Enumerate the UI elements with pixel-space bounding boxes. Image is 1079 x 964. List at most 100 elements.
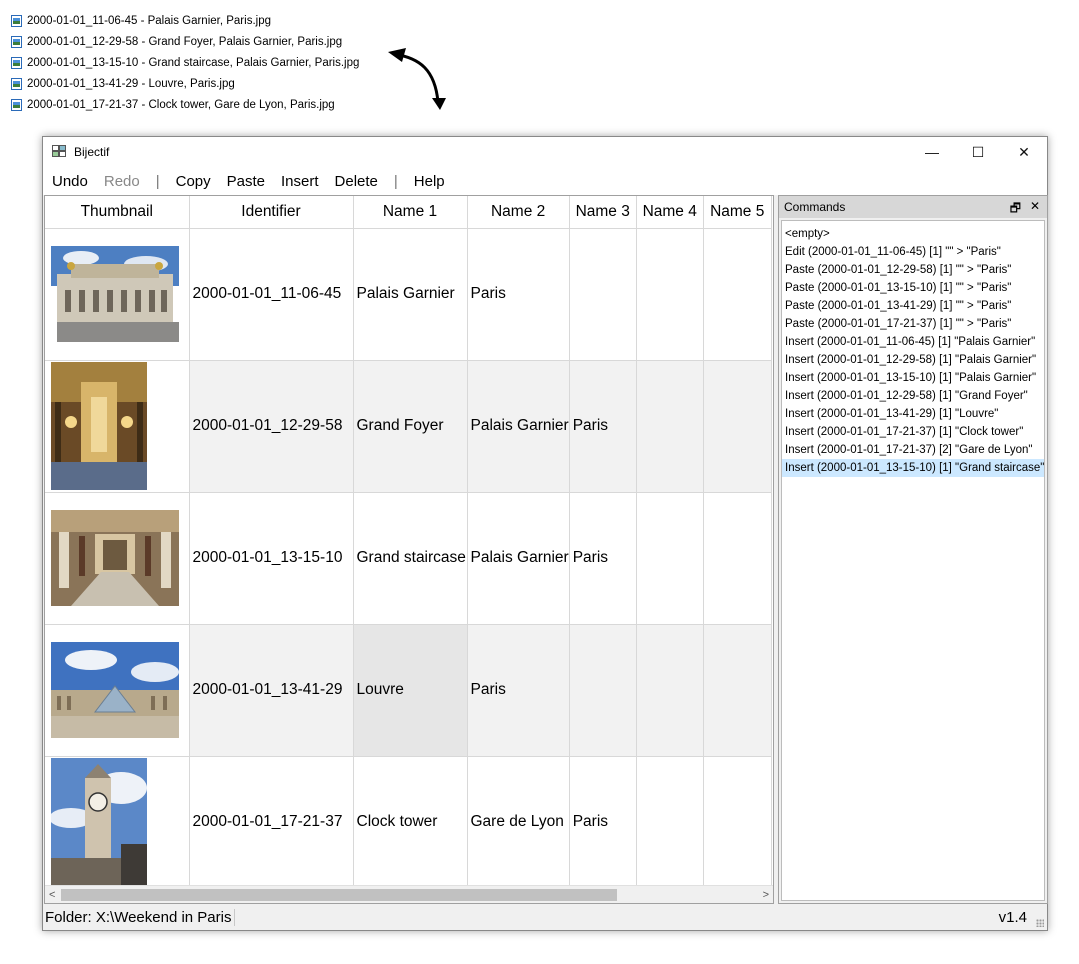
table-row[interactable]: 2000-01-01_11-06-45 Palais Garnier Paris bbox=[45, 227, 772, 360]
identifier-cell[interactable]: 2000-01-01_11-06-45 bbox=[189, 227, 354, 360]
command-item[interactable]: Paste (2000-01-01_13-15-10) [1] "" > "Pa… bbox=[782, 279, 1044, 297]
identifier-cell[interactable]: 2000-01-01_17-21-37 bbox=[189, 755, 354, 888]
command-item[interactable]: Paste (2000-01-01_12-29-58) [1] "" > "Pa… bbox=[782, 261, 1044, 279]
name3-cell[interactable]: Paris bbox=[569, 755, 637, 888]
name5-cell[interactable] bbox=[703, 755, 772, 888]
name2-cell[interactable]: Gare de Lyon bbox=[467, 755, 570, 888]
identifier-cell[interactable]: 2000-01-01_13-15-10 bbox=[189, 491, 354, 624]
menu-help[interactable]: Help bbox=[414, 173, 445, 190]
name3-cell[interactable] bbox=[569, 623, 637, 756]
name5-cell[interactable] bbox=[703, 623, 772, 756]
name5-cell[interactable] bbox=[703, 491, 772, 624]
name3-cell[interactable]: Paris bbox=[569, 359, 637, 492]
app-window: Bijectif — ☐ ✕ Undo Redo | Copy Paste In… bbox=[42, 136, 1048, 931]
name1-cell[interactable]: Grand staircase bbox=[353, 491, 468, 624]
command-item-selected[interactable]: Insert (2000-01-01_13-15-10) [1] "Grand … bbox=[782, 459, 1044, 477]
menu-insert[interactable]: Insert bbox=[281, 173, 319, 190]
column-header-name3[interactable]: Name 3 bbox=[569, 196, 637, 228]
name2-cell[interactable]: Paris bbox=[467, 227, 570, 360]
resize-grip-icon[interactable] bbox=[1036, 919, 1044, 927]
name2-cell[interactable]: Paris bbox=[467, 623, 570, 756]
menu-paste[interactable]: Paste bbox=[227, 173, 265, 190]
column-header-identifier[interactable]: Identifier bbox=[189, 196, 354, 228]
file-item[interactable]: 2000-01-01_11-06-45 - Palais Garnier, Pa… bbox=[11, 10, 359, 31]
file-item[interactable]: 2000-01-01_12-29-58 - Grand Foyer, Palai… bbox=[11, 31, 359, 52]
commands-list[interactable]: <empty> Edit (2000-01-01_11-06-45) [1] "… bbox=[781, 220, 1045, 901]
name4-cell[interactable] bbox=[636, 755, 704, 888]
command-item[interactable]: <empty> bbox=[782, 225, 1044, 243]
file-item[interactable]: 2000-01-01_17-21-37 - Clock tower, Gare … bbox=[11, 94, 359, 115]
image-file-icon bbox=[11, 56, 22, 69]
command-item[interactable]: Insert (2000-01-01_12-29-58) [1] "Palais… bbox=[782, 351, 1044, 369]
window-title: Bijectif bbox=[74, 145, 110, 159]
column-header-name1[interactable]: Name 1 bbox=[353, 196, 468, 228]
close-panel-icon[interactable]: ✕ bbox=[1030, 199, 1040, 213]
command-item[interactable]: Paste (2000-01-01_13-41-29) [1] "" > "Pa… bbox=[782, 297, 1044, 315]
command-item[interactable]: Insert (2000-01-01_17-21-37) [1] "Clock … bbox=[782, 423, 1044, 441]
name4-cell[interactable] bbox=[636, 491, 704, 624]
close-button[interactable]: ✕ bbox=[1001, 137, 1047, 167]
name1-cell[interactable]: Grand Foyer bbox=[353, 359, 468, 492]
titlebar[interactable]: Bijectif — ☐ ✕ bbox=[43, 137, 1047, 167]
menu-redo[interactable]: Redo bbox=[104, 173, 140, 190]
thumbnail-cell[interactable] bbox=[45, 755, 190, 888]
scrollbar-thumb[interactable] bbox=[61, 889, 617, 901]
name2-cell[interactable]: Palais Garnier bbox=[467, 359, 570, 492]
menu-delete[interactable]: Delete bbox=[335, 173, 378, 190]
file-name: 2000-01-01_12-29-58 - Grand Foyer, Palai… bbox=[27, 35, 343, 48]
menu-undo[interactable]: Undo bbox=[52, 173, 88, 190]
name4-cell[interactable] bbox=[636, 227, 704, 360]
name1-cell[interactable]: Palais Garnier bbox=[353, 227, 468, 360]
horizontal-scrollbar[interactable]: < > bbox=[45, 885, 773, 903]
column-header-thumbnail[interactable]: Thumbnail bbox=[45, 196, 190, 228]
data-grid[interactable]: Thumbnail Identifier Name 1 Name 2 Name … bbox=[44, 195, 774, 904]
command-item[interactable]: Paste (2000-01-01_17-21-37) [1] "" > "Pa… bbox=[782, 315, 1044, 333]
maximize-button[interactable]: ☐ bbox=[955, 137, 1001, 167]
name5-cell[interactable] bbox=[703, 359, 772, 492]
menu-separator: | bbox=[393, 172, 398, 190]
column-header-name5[interactable]: Name 5 bbox=[703, 196, 772, 228]
column-header-name4[interactable]: Name 4 bbox=[636, 196, 704, 228]
thumbnail-cell[interactable] bbox=[45, 359, 190, 492]
command-item[interactable]: Insert (2000-01-01_12-29-58) [1] "Grand … bbox=[782, 387, 1044, 405]
name4-cell[interactable] bbox=[636, 623, 704, 756]
name3-cell[interactable] bbox=[569, 227, 637, 360]
command-item[interactable]: Insert (2000-01-01_17-21-37) [2] "Gare d… bbox=[782, 441, 1044, 459]
thumbnail-cell[interactable] bbox=[45, 227, 190, 360]
image-file-icon bbox=[11, 98, 22, 111]
thumbnail-cell[interactable] bbox=[45, 491, 190, 624]
command-item[interactable]: Edit (2000-01-01_11-06-45) [1] "" > "Par… bbox=[782, 243, 1044, 261]
commands-panel-header[interactable]: Commands 🗗 ✕ bbox=[779, 196, 1047, 218]
name4-cell[interactable] bbox=[636, 359, 704, 492]
menubar: Undo Redo | Copy Paste Insert Delete | H… bbox=[43, 167, 1047, 195]
name2-cell[interactable]: Palais Garnier bbox=[467, 491, 570, 624]
file-item[interactable]: 2000-01-01_13-15-10 - Grand staircase, P… bbox=[11, 52, 359, 73]
file-item[interactable]: 2000-01-01_13-41-29 - Louvre, Paris.jpg bbox=[11, 73, 359, 94]
identifier-cell[interactable]: 2000-01-01_13-41-29 bbox=[189, 623, 354, 756]
file-list: 2000-01-01_11-06-45 - Palais Garnier, Pa… bbox=[11, 10, 359, 115]
command-item[interactable]: Insert (2000-01-01_13-15-10) [1] "Palais… bbox=[782, 369, 1044, 387]
name1-cell[interactable]: Clock tower bbox=[353, 755, 468, 888]
thumbnail-cell[interactable] bbox=[45, 623, 190, 756]
name5-cell[interactable] bbox=[703, 227, 772, 360]
thumbnail-grand-foyer bbox=[51, 362, 147, 490]
name3-cell[interactable]: Paris bbox=[569, 491, 637, 624]
float-panel-icon[interactable]: 🗗 bbox=[1010, 199, 1021, 220]
menu-copy[interactable]: Copy bbox=[176, 173, 211, 190]
identifier-cell[interactable]: 2000-01-01_12-29-58 bbox=[189, 359, 354, 492]
table-row[interactable]: 2000-01-01_13-41-29 Louvre Paris bbox=[45, 623, 772, 756]
commands-panel: Commands 🗗 ✕ <empty> Edit (2000-01-01_11… bbox=[778, 195, 1048, 904]
command-item[interactable]: Insert (2000-01-01_13-41-29) [1] "Louvre… bbox=[782, 405, 1044, 423]
scroll-left-button[interactable]: < bbox=[49, 886, 55, 903]
file-name: 2000-01-01_13-15-10 - Grand staircase, P… bbox=[27, 56, 360, 69]
table-row[interactable]: 2000-01-01_13-15-10 Grand staircase Pala… bbox=[45, 491, 772, 624]
thumbnail-grand-staircase bbox=[51, 510, 179, 606]
minimize-button[interactable]: — bbox=[909, 137, 955, 167]
status-version: v1.4 bbox=[998, 909, 1027, 926]
column-header-name2[interactable]: Name 2 bbox=[467, 196, 570, 228]
scroll-right-button[interactable]: > bbox=[763, 886, 769, 903]
table-row[interactable]: 2000-01-01_12-29-58 Grand Foyer Palais G… bbox=[45, 359, 772, 492]
command-item[interactable]: Insert (2000-01-01_11-06-45) [1] "Palais… bbox=[782, 333, 1044, 351]
name1-cell[interactable]: Louvre bbox=[353, 623, 468, 756]
table-row[interactable]: 2000-01-01_17-21-37 Clock tower Gare de … bbox=[45, 755, 772, 888]
